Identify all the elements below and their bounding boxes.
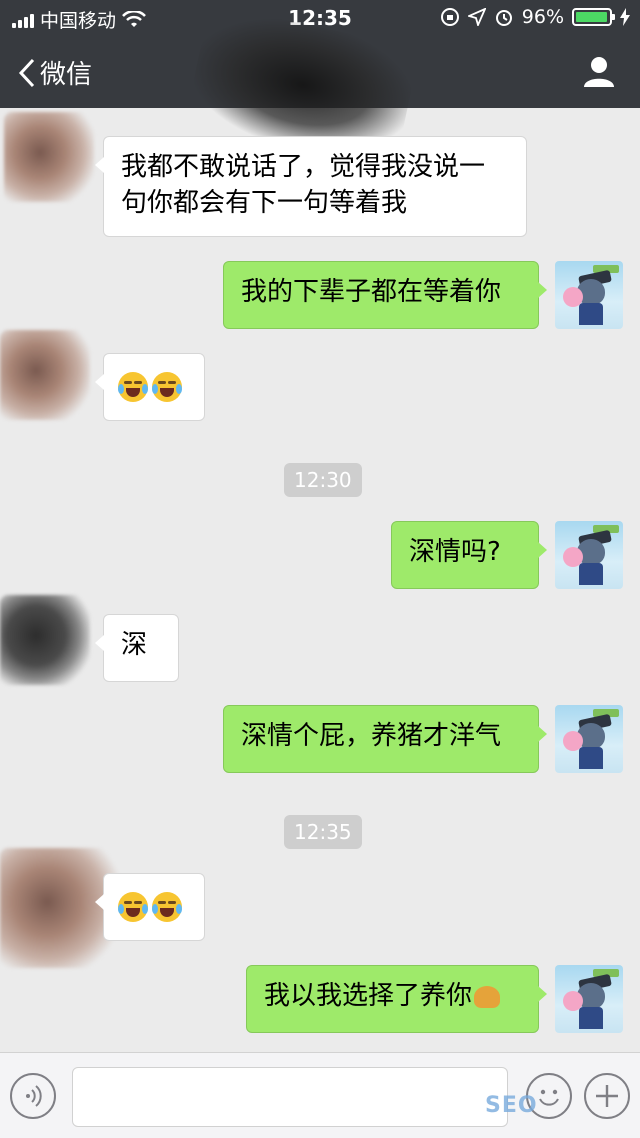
location-icon	[467, 8, 486, 26]
message-bubble-incoming[interactable]	[95, 353, 205, 421]
my-avatar[interactable]	[555, 965, 623, 1033]
back-label: 微信	[40, 60, 93, 90]
voice-icon	[26, 1085, 42, 1107]
snail-emoji	[474, 985, 501, 1008]
message-bubble-incoming[interactable]: 深	[95, 614, 179, 682]
my-avatar[interactable]	[555, 521, 623, 589]
contact-avatar[interactable]	[0, 595, 90, 685]
battery-percent: 96%	[521, 6, 564, 28]
contact-avatar[interactable]	[0, 330, 90, 420]
battery-fill	[576, 12, 607, 22]
laughing-tears-emoji	[118, 891, 148, 922]
message-bubble-outgoing[interactable]: 深情个屁，养猪才洋气	[223, 705, 547, 773]
alarm-icon	[495, 10, 512, 26]
plus-button[interactable]	[584, 1073, 630, 1119]
message-bubble-outgoing[interactable]: 我的下辈子都在等着你	[223, 261, 547, 329]
my-avatar[interactable]	[555, 261, 623, 329]
contact-avatar[interactable]	[4, 112, 94, 202]
orientation-lock-icon	[440, 8, 459, 26]
input-bar	[0, 1052, 640, 1138]
timestamp: 12:35	[284, 815, 362, 849]
message-bubble-incoming[interactable]	[95, 873, 205, 941]
crying-laugh-emoji	[118, 371, 148, 402]
laughing-tears-emoji	[152, 891, 182, 922]
person-icon[interactable]	[582, 54, 616, 88]
watermark: SEO	[485, 1093, 538, 1118]
timestamp: 12:30	[284, 463, 362, 497]
message-bubble-outgoing[interactable]: 深情吗?	[391, 521, 547, 589]
battery-icon	[572, 8, 615, 26]
back-button[interactable]: 微信	[18, 54, 92, 91]
message-bubble-incoming[interactable]: 我都不敢说话了，觉得我没说一 句你都会有下一句等着我	[95, 136, 527, 237]
message-text: 我以我选择了养你	[264, 981, 473, 1011]
message-input[interactable]	[72, 1067, 508, 1127]
plus-icon	[596, 1085, 618, 1107]
crying-laugh-emoji	[152, 371, 182, 402]
voice-button[interactable]	[10, 1073, 56, 1119]
chevron-left-icon	[18, 58, 35, 87]
charging-icon	[620, 8, 630, 26]
message-bubble-outgoing[interactable]: 我以我选择了养你	[246, 965, 547, 1033]
my-avatar[interactable]	[555, 705, 623, 773]
